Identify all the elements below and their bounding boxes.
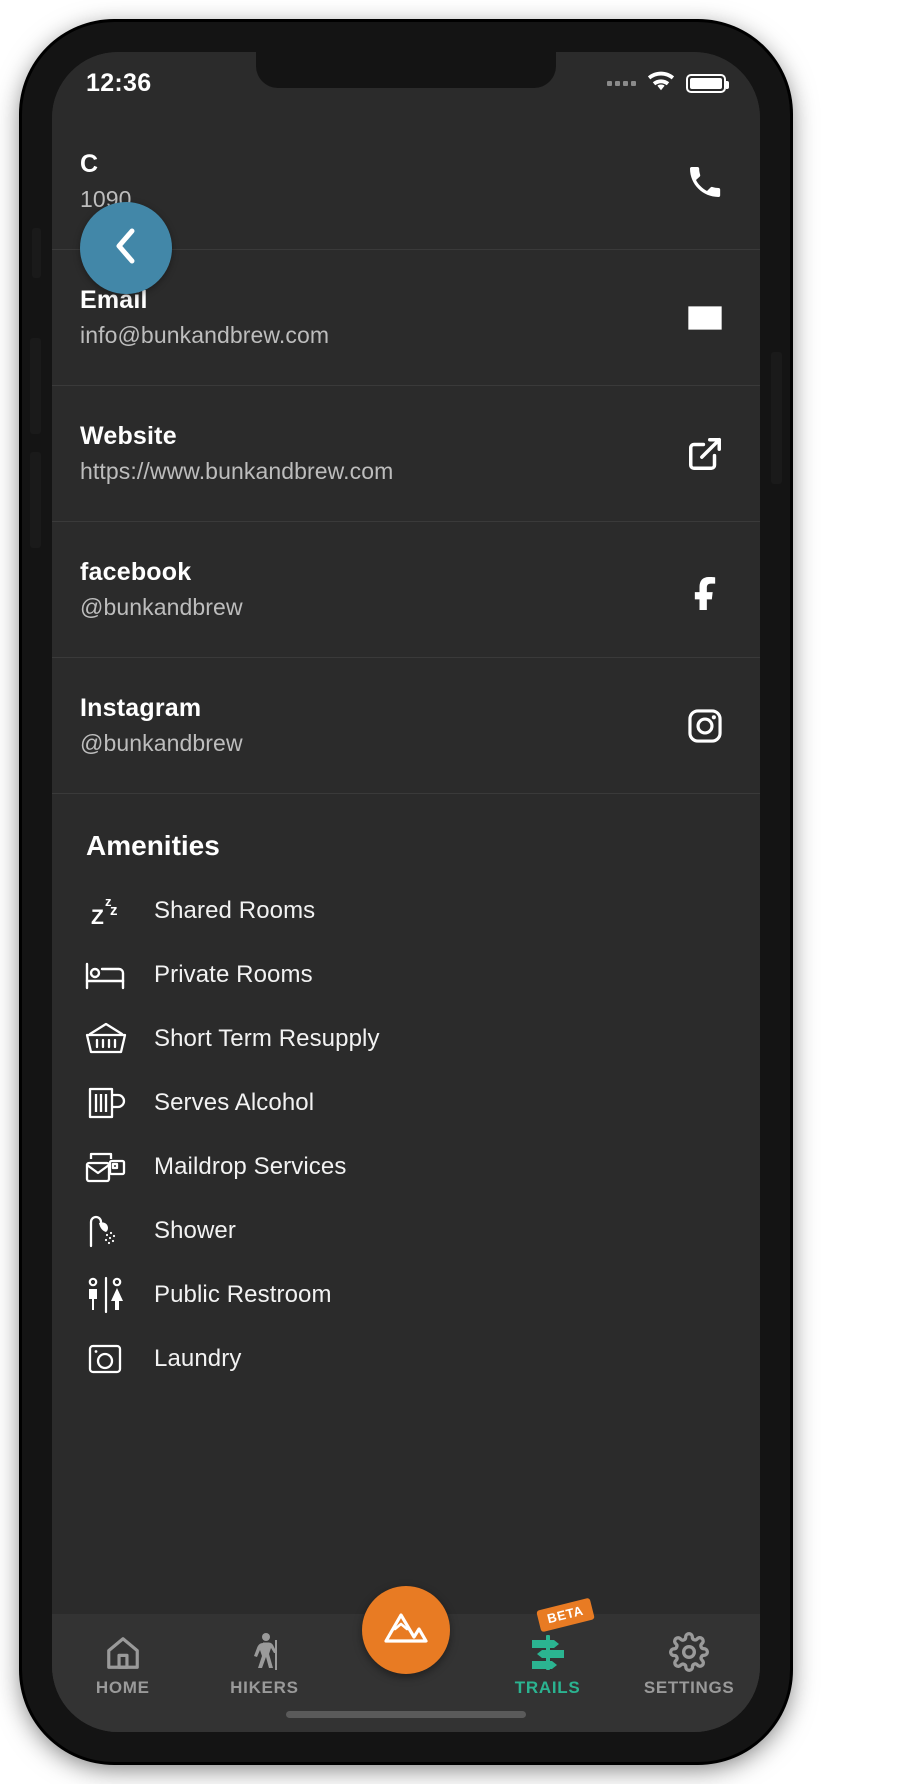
status-bar-indicators	[607, 70, 729, 96]
phone-device-frame: 12:36 C 1090 Email info@bunkandbrew.com …	[22, 22, 790, 1762]
detail-scroll-content[interactable]: C 1090 Email info@bunkandbrew.com Websit…	[52, 114, 760, 1614]
gear-icon	[669, 1630, 710, 1672]
contact-row-website[interactable]: Website https://www.bunkandbrew.com	[52, 386, 760, 522]
external-link-icon[interactable]	[678, 435, 732, 473]
amenities-heading: Amenities	[86, 830, 220, 861]
facebook-icon[interactable]	[678, 569, 732, 611]
row-title: Website	[80, 422, 177, 450]
tab-label: HOME	[95, 1678, 150, 1697]
tab-home[interactable]: HOME	[52, 1630, 194, 1698]
tab-settings[interactable]: SETTINGS	[618, 1630, 760, 1698]
back-button[interactable]	[80, 202, 172, 294]
battery-full-icon	[686, 73, 729, 93]
row-text: Website https://www.bunkandbrew.com	[80, 422, 393, 485]
hiker-icon	[246, 1630, 282, 1672]
amenity-label: Shared Rooms	[154, 897, 316, 924]
chevron-left-icon	[113, 226, 139, 271]
shower-icon	[80, 1208, 132, 1254]
volume-up-button[interactable]	[30, 338, 41, 434]
mute-switch[interactable]	[32, 228, 41, 278]
amenity-item: Shower	[80, 1208, 732, 1254]
screenshot-stage: 12:36 C 1090 Email info@bunkandbrew.com …	[0, 0, 912, 1784]
home-indicator[interactable]	[286, 1711, 526, 1718]
svg-text:z: z	[110, 902, 118, 919]
tab-label: SETTINGS	[643, 1678, 735, 1697]
amenity-label: Maildrop Services	[154, 1153, 347, 1180]
amenity-item: Laundry	[80, 1336, 732, 1382]
row-value: info@bunkandbrew.com	[80, 322, 330, 348]
signal-dots-icon	[607, 80, 636, 86]
amenity-label: Short Term Resupply	[154, 1025, 380, 1052]
device-notch	[256, 52, 556, 88]
power-button[interactable]	[771, 352, 782, 484]
row-title: Instagram	[80, 694, 202, 722]
envelope-icon[interactable]	[678, 298, 732, 338]
tab-trails[interactable]: BETA TRAILS	[477, 1597, 619, 1698]
row-title: C	[80, 150, 99, 178]
amenity-item: Short Term Resupply	[80, 1016, 732, 1062]
row-text: Email info@bunkandbrew.com	[80, 286, 329, 349]
wifi-icon	[647, 70, 675, 96]
amenity-item: Public Restroom	[80, 1272, 732, 1318]
amenity-label: Laundry	[154, 1345, 242, 1372]
row-title: facebook	[80, 558, 192, 586]
contact-row-facebook[interactable]: facebook @bunkandbrew	[52, 522, 760, 658]
restroom-icon	[80, 1272, 132, 1318]
signpost-icon	[528, 1630, 568, 1672]
volume-down-button[interactable]	[30, 452, 41, 548]
row-value: https://www.bunkandbrew.com	[80, 458, 394, 484]
amenities-section: Amenities z z Z Shared Rooms Private Roo…	[52, 794, 760, 1382]
tab-label: TRAILS	[514, 1678, 581, 1697]
mountain-icon	[381, 1607, 431, 1654]
contact-row-instagram[interactable]: Instagram @bunkandbrew	[52, 658, 760, 794]
row-text: Instagram @bunkandbrew	[80, 694, 243, 757]
svg-text:Z: Z	[91, 906, 104, 929]
bed-icon	[80, 952, 132, 998]
amenity-item: z z Z Shared Rooms	[80, 888, 732, 934]
amenity-label: Public Restroom	[154, 1281, 332, 1308]
row-value: @bunkandbrew	[80, 594, 243, 620]
amenity-label: Private Rooms	[154, 961, 313, 988]
beer-mug-icon	[80, 1080, 132, 1126]
app-screen: 12:36 C 1090 Email info@bunkandbrew.com …	[52, 52, 760, 1732]
laundry-icon	[80, 1336, 132, 1382]
amenity-label: Shower	[154, 1217, 236, 1244]
row-value: @bunkandbrew	[80, 730, 243, 756]
phone-icon[interactable]	[678, 162, 732, 202]
row-text: facebook @bunkandbrew	[80, 558, 243, 621]
mail-package-icon	[80, 1144, 132, 1190]
tab-label: HIKERS	[230, 1678, 299, 1697]
sleep-zzz-icon: z z Z	[80, 888, 132, 934]
map-fab-button[interactable]	[361, 1586, 450, 1674]
phone-bezel: 12:36 C 1090 Email info@bunkandbrew.com …	[52, 52, 760, 1732]
tab-hikers[interactable]: HIKERS	[194, 1630, 336, 1698]
amenity-item: Serves Alcohol	[80, 1080, 732, 1126]
amenity-item: Maildrop Services	[80, 1144, 732, 1190]
instagram-icon[interactable]	[678, 707, 732, 745]
basket-icon	[80, 1016, 132, 1062]
amenity-item: Private Rooms	[80, 952, 732, 998]
status-bar-time: 12:36	[86, 68, 152, 97]
amenity-label: Serves Alcohol	[154, 1089, 315, 1116]
home-icon	[103, 1630, 143, 1672]
